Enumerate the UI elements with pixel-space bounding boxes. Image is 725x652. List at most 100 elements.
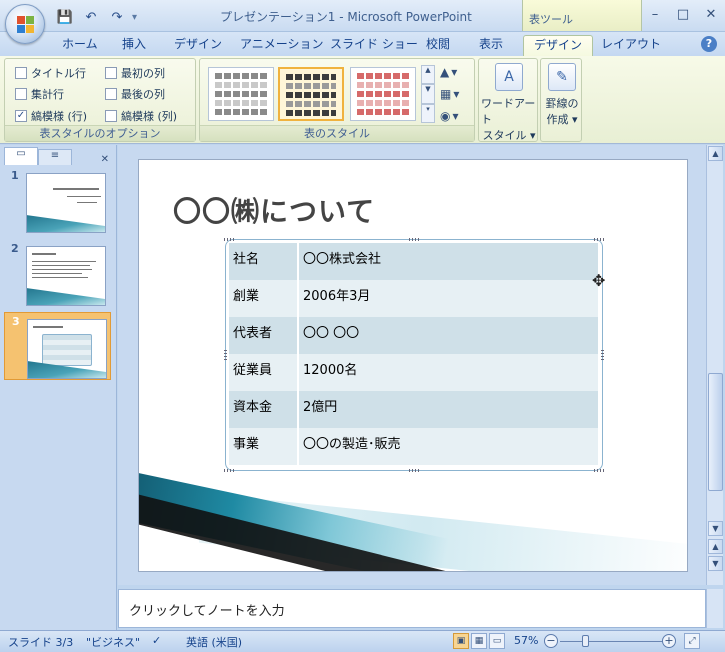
- tab-insert[interactable]: 挿入: [112, 35, 156, 56]
- tab-review[interactable]: 校閲: [416, 35, 460, 56]
- option-banded-columns[interactable]: 縞模様 (列): [105, 108, 177, 124]
- option-label: 最後の列: [121, 88, 165, 101]
- next-slide-icon[interactable]: ▼: [708, 556, 723, 571]
- slide-sorter-view-icon[interactable]: ▦: [471, 633, 487, 649]
- checkbox-header-row[interactable]: [15, 67, 27, 79]
- resize-handle[interactable]: [224, 469, 234, 472]
- slides-tab-icon[interactable]: ▭: [4, 147, 38, 165]
- title-bar: 💾 ↶ ↷ ▾ プレゼンテーション1 - Microsoft PowerPoin…: [0, 0, 725, 44]
- option-last-column[interactable]: 最後の列: [105, 86, 165, 102]
- tab-view[interactable]: 表示: [469, 35, 513, 56]
- gallery-up-icon[interactable]: ▲: [421, 65, 435, 85]
- fit-to-window-icon[interactable]: ⤢: [684, 633, 700, 649]
- scroll-up-icon[interactable]: ▲: [708, 146, 723, 161]
- table-tools-context: 表ツール: [522, 0, 642, 31]
- checkbox-first-column[interactable]: [105, 67, 117, 79]
- draw-borders-button[interactable]: ✎ 罫線の 作成 ▾: [543, 63, 581, 127]
- table-cell-key[interactable]: 代表者: [229, 317, 299, 354]
- zoom-slider-track[interactable]: [560, 641, 664, 642]
- tab-table-design[interactable]: デザイン: [523, 35, 594, 56]
- slideshow-view-icon[interactable]: ▭: [489, 633, 505, 649]
- checkbox-banded-rows[interactable]: ✓: [15, 110, 27, 122]
- slide-thumbnail-2[interactable]: 2: [4, 240, 111, 308]
- gallery-scroll: ▲ ▼ ▾: [421, 65, 435, 123]
- table-cell-key[interactable]: 従業員: [229, 354, 299, 391]
- gallery-down-icon[interactable]: ▼: [421, 84, 435, 104]
- option-total-row[interactable]: 集計行: [15, 86, 64, 102]
- normal-view-icon[interactable]: ▣: [453, 633, 469, 649]
- resize-handle[interactable]: [409, 238, 419, 241]
- resize-handle[interactable]: [594, 469, 604, 472]
- minimize-button[interactable]: –: [641, 0, 669, 28]
- checkbox-total-row[interactable]: [15, 88, 27, 100]
- dropdown-arrow-icon: ▾: [453, 87, 460, 101]
- scroll-thumb[interactable]: [708, 373, 723, 491]
- tab-slideshow[interactable]: スライド ショー: [320, 35, 428, 56]
- slide-thumbnail-1[interactable]: 1: [4, 167, 111, 235]
- outline-tab-icon[interactable]: ≡: [38, 149, 72, 165]
- table-cell-value[interactable]: 〇〇株式会社: [298, 243, 599, 280]
- slide-canvas[interactable]: 〇〇㈱について 社名 〇〇株式会社 創業 2006年3月 代表者 〇〇 〇〇 従…: [138, 159, 688, 572]
- resize-handle[interactable]: [601, 350, 604, 360]
- zoom-level[interactable]: 57%: [514, 634, 538, 647]
- resize-handle[interactable]: [224, 350, 227, 360]
- option-banded-rows[interactable]: ✓ 縞模様 (行): [15, 108, 87, 124]
- table-cell-value[interactable]: 〇〇の製造･販売: [298, 428, 599, 465]
- notes-scrollbar[interactable]: [706, 589, 723, 628]
- redo-icon[interactable]: ↷: [106, 8, 128, 26]
- save-icon[interactable]: 💾: [54, 8, 76, 26]
- office-button[interactable]: [5, 4, 45, 44]
- table-frame[interactable]: 社名 〇〇株式会社 創業 2006年3月 代表者 〇〇 〇〇 従業員 12000…: [224, 238, 604, 472]
- table-cell-key[interactable]: 創業: [229, 280, 299, 317]
- checkbox-banded-columns[interactable]: [105, 110, 117, 122]
- gallery-more-icon[interactable]: ▾: [421, 103, 435, 123]
- table-cell-key[interactable]: 事業: [229, 428, 299, 465]
- slide-thumbnail-3[interactable]: 3: [4, 312, 111, 380]
- undo-icon[interactable]: ↶: [80, 8, 102, 26]
- table-cell-key[interactable]: 社名: [229, 243, 299, 280]
- office-logo-icon: [17, 16, 35, 34]
- effects-button[interactable]: ◉ ▾: [440, 109, 459, 123]
- table-cell-value[interactable]: 12000名: [298, 354, 599, 391]
- borders-button[interactable]: ▦ ▾: [440, 87, 459, 101]
- option-first-column[interactable]: 最初の列: [105, 65, 165, 81]
- notes-pane[interactable]: クリックしてノートを入力: [118, 589, 706, 628]
- resize-handle[interactable]: [594, 238, 604, 241]
- vertical-scrollbar[interactable]: ▲ ▼ ▲ ▼: [706, 145, 723, 585]
- slide-title[interactable]: 〇〇㈱について: [173, 190, 375, 230]
- scroll-down-icon[interactable]: ▼: [708, 521, 723, 536]
- wordart-styles-button[interactable]: A ワードアート スタイル ▾: [481, 63, 537, 143]
- resize-handle[interactable]: [409, 469, 419, 472]
- qat-customize-button[interactable]: ▾: [132, 12, 137, 23]
- ribbon: タイトル行 最初の列 集計行 最後の列 ✓ 縞模様 (行) 縞模様 (列) 表スタ…: [0, 56, 725, 144]
- table-cell-key[interactable]: 資本金: [229, 391, 299, 428]
- maximize-button[interactable]: □: [669, 0, 697, 28]
- close-icon[interactable]: ✕: [101, 154, 113, 165]
- tab-animation[interactable]: アニメーション: [230, 35, 334, 56]
- tab-design[interactable]: デザイン: [164, 35, 232, 56]
- zoom-slider-thumb[interactable]: [582, 635, 589, 647]
- window-controls: – □ ✕: [641, 0, 725, 28]
- table-cell-value[interactable]: 2億円: [298, 391, 599, 428]
- resize-handle[interactable]: [224, 238, 234, 241]
- table-style-thumb-red[interactable]: [350, 67, 416, 121]
- table-cell-value[interactable]: 2006年3月: [298, 280, 599, 317]
- table-style-thumb-dark[interactable]: [278, 67, 344, 121]
- shading-button[interactable]: ▲ ▾: [440, 65, 457, 79]
- close-button[interactable]: ✕: [697, 0, 725, 28]
- language-indicator[interactable]: 英語 (米国): [186, 634, 242, 650]
- tab-home[interactable]: ホーム: [52, 35, 108, 56]
- checkbox-last-column[interactable]: [105, 88, 117, 100]
- zoom-out-icon[interactable]: −: [544, 634, 558, 648]
- spellcheck-icon[interactable]: ✓: [152, 634, 161, 647]
- tab-layout[interactable]: レイアウト: [591, 35, 671, 56]
- table-styles-group: ▲ ▼ ▾ ▲ ▾ ▦ ▾ ◉ ▾ 表のスタイル: [199, 58, 475, 142]
- help-icon[interactable]: ?: [701, 36, 717, 52]
- option-header-row[interactable]: タイトル行: [15, 65, 86, 81]
- previous-slide-icon[interactable]: ▲: [708, 539, 723, 554]
- zoom-in-icon[interactable]: +: [662, 634, 676, 648]
- table-style-thumb-gray[interactable]: [208, 67, 274, 121]
- table-cell-value[interactable]: 〇〇 〇〇: [298, 317, 599, 354]
- paint-bucket-icon: ▲: [440, 65, 450, 79]
- effects-icon: ◉: [440, 109, 451, 123]
